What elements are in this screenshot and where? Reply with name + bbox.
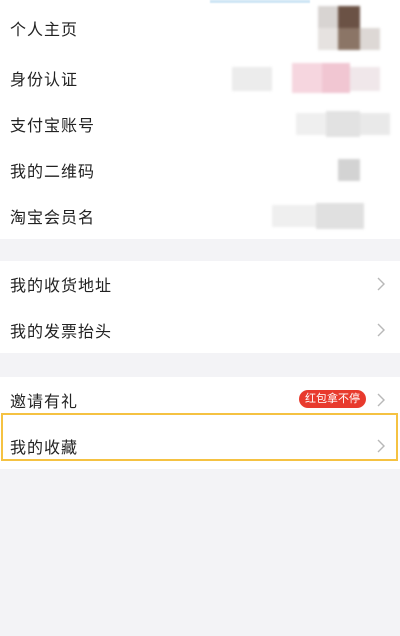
alipay-account-blurred bbox=[296, 111, 390, 137]
identity-status-blurred bbox=[232, 63, 382, 95]
chevron-right-icon bbox=[374, 393, 388, 407]
section-divider bbox=[0, 353, 400, 377]
row-label: 我的收货地址 bbox=[10, 276, 113, 295]
row-label: 淘宝会员名 bbox=[10, 208, 96, 227]
account-settings-screen: 个人主页 身份认证 支付宝账号 我的二维码 淘宝会员名 我的收货地址 我的发票抬… bbox=[0, 0, 400, 636]
row-taobao-member-name[interactable]: 淘宝会员名 bbox=[0, 193, 400, 239]
row-label: 个人主页 bbox=[10, 19, 79, 39]
row-label: 我的收藏 bbox=[10, 438, 79, 457]
qr-code-thumbnail bbox=[338, 159, 360, 181]
row-alipay-account[interactable]: 支付宝账号 bbox=[0, 101, 400, 147]
row-invoice-header[interactable]: 我的发票抬头 bbox=[0, 307, 400, 353]
row-identity-verification[interactable]: 身份认证 bbox=[0, 55, 400, 101]
row-personal-homepage[interactable]: 个人主页 bbox=[0, 0, 400, 55]
member-name-blurred bbox=[272, 203, 364, 229]
row-my-favorites[interactable]: 我的收藏 bbox=[0, 423, 400, 469]
row-label: 邀请有礼 bbox=[10, 392, 79, 411]
avatar bbox=[318, 6, 380, 50]
extras-section: 邀请有礼 红包拿不停 我的收藏 bbox=[0, 377, 400, 469]
address-section: 我的收货地址 我的发票抬头 bbox=[0, 261, 400, 353]
row-label: 我的发票抬头 bbox=[10, 322, 113, 341]
section-divider bbox=[0, 239, 400, 261]
profile-section: 个人主页 身份认证 支付宝账号 我的二维码 淘宝会员名 bbox=[0, 0, 400, 239]
chevron-right-icon bbox=[374, 323, 388, 337]
red-packet-badge: 红包拿不停 bbox=[299, 390, 366, 408]
chevron-right-icon bbox=[374, 277, 388, 291]
row-label: 支付宝账号 bbox=[10, 116, 96, 135]
row-label: 身份认证 bbox=[10, 70, 79, 89]
row-shipping-address[interactable]: 我的收货地址 bbox=[0, 261, 400, 307]
row-invite-reward[interactable]: 邀请有礼 红包拿不停 bbox=[0, 377, 400, 423]
chevron-right-icon bbox=[374, 439, 388, 453]
row-my-qr-code[interactable]: 我的二维码 bbox=[0, 147, 400, 193]
row-label: 我的二维码 bbox=[10, 162, 96, 181]
